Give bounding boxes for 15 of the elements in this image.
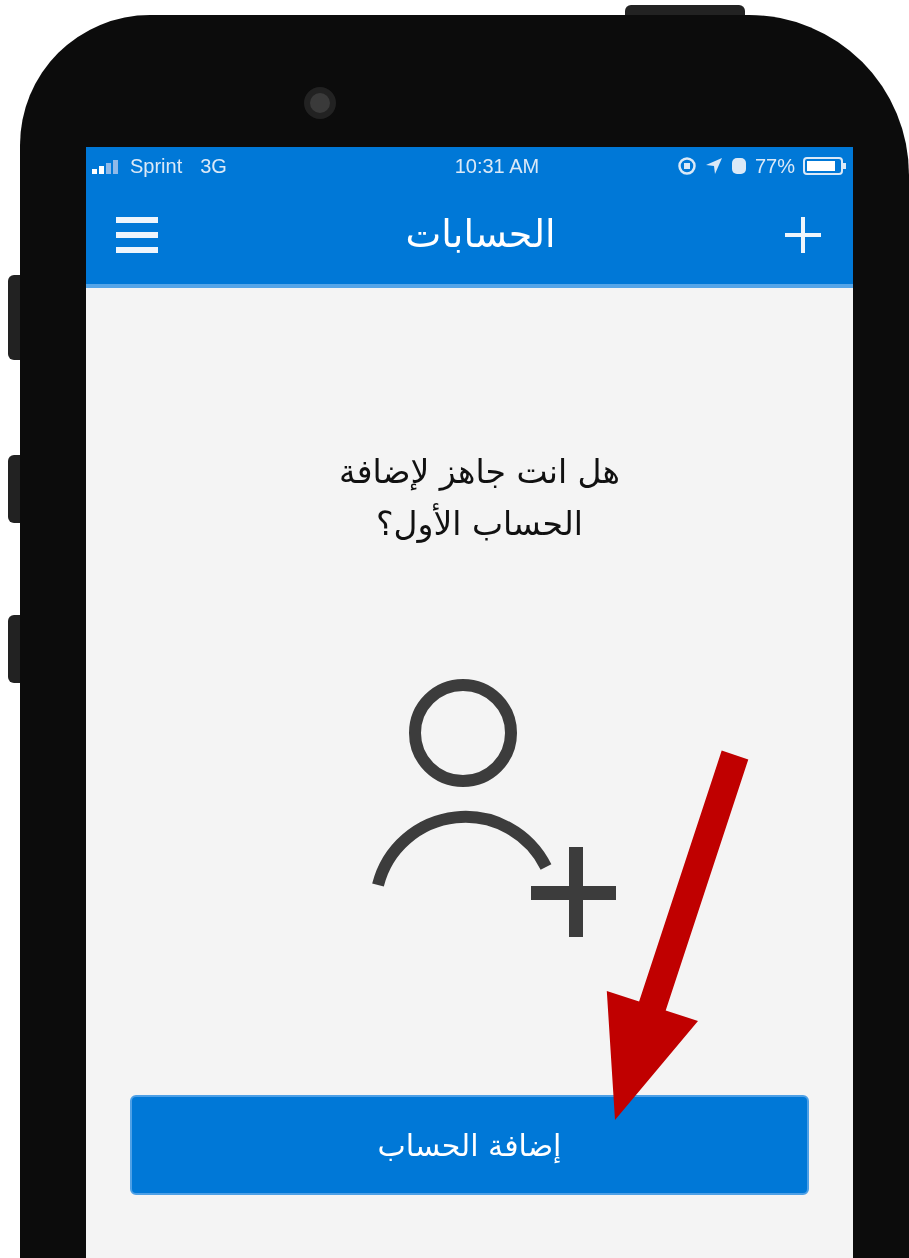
battery-percent: 77% <box>754 154 795 179</box>
add-button[interactable] <box>783 214 823 255</box>
screen-title: الحسابات <box>405 211 556 258</box>
camera-icon <box>303 87 336 119</box>
menu-button[interactable] <box>116 214 158 255</box>
battery-icon <box>803 156 847 176</box>
network-type: 3G <box>200 154 227 179</box>
location-arrow-icon <box>704 157 723 175</box>
lock-rotation-icon <box>676 156 697 176</box>
alarm-clock-icon <box>730 156 747 176</box>
add-account-button[interactable]: إضافة الحساب <box>130 1095 809 1195</box>
plus-icon <box>783 214 823 255</box>
carrier-name: Sprint <box>130 154 183 179</box>
prompt-text: هل انت جاهز لإضافة الحساب الأول؟ <box>337 451 622 545</box>
clock-time: 10:31 AM <box>454 154 540 179</box>
